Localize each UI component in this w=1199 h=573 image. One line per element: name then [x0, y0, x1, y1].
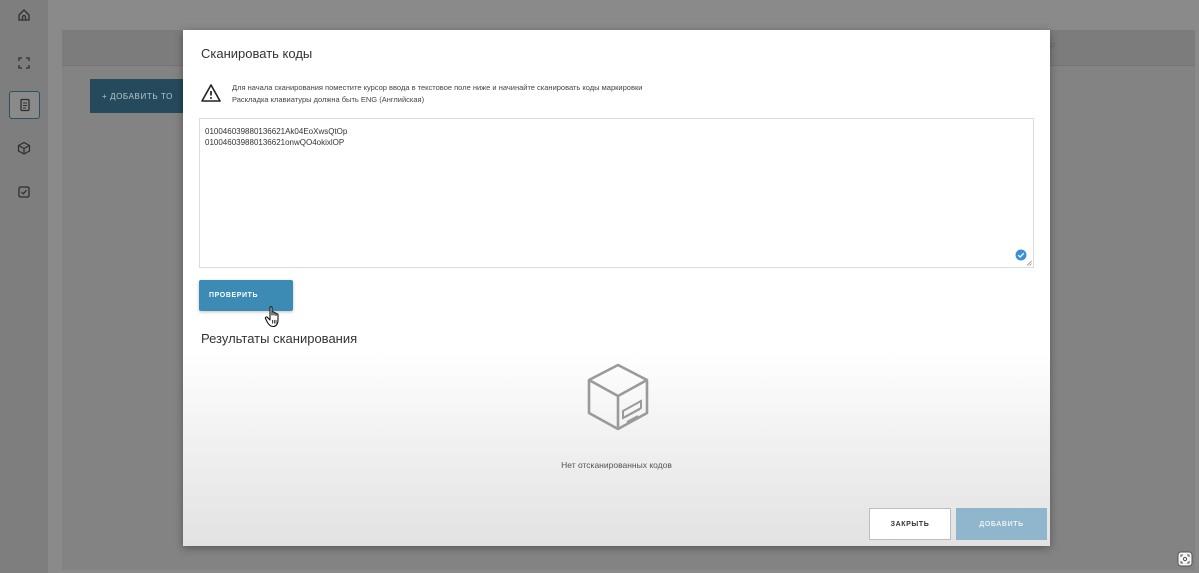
warning-text: Для начала сканирования поместите курсор…: [232, 83, 643, 92]
sidebar: [0, 0, 48, 573]
scanned-code-line: 010046039880136621Ak04EoXwsQtOp: [205, 127, 348, 136]
codes-textarea[interactable]: 010046039880136621Ak04EoXwsQtOp 01004603…: [199, 118, 1034, 268]
keyboard-layout-note: Раскладка клавиатуры должна быть ENG (Ан…: [232, 95, 425, 104]
resize-handle-icon[interactable]: [1026, 260, 1032, 266]
dialog-title: Сканировать коды: [201, 46, 313, 61]
box-icon[interactable]: [12, 136, 36, 160]
screenshot-icon[interactable]: [1177, 551, 1193, 567]
hand-pointer-cursor-icon: [264, 306, 279, 328]
home-icon[interactable]: [12, 3, 36, 27]
background-add-goods-button: + ДОБАВИТЬ ТО: [90, 79, 190, 113]
scan-frame-icon[interactable]: [12, 51, 36, 75]
background-hint-text: Р: [1050, 42, 1056, 51]
scanned-code-line: 010046039880136621onwQO4okixlOP: [205, 138, 345, 147]
scan-codes-dialog: Сканировать коды Для начала сканирования…: [183, 30, 1050, 546]
checklist-icon[interactable]: [12, 180, 36, 204]
add-button[interactable]: ДОБАВИТЬ: [956, 508, 1047, 540]
document-icon[interactable]: [9, 91, 40, 119]
results-title: Результаты сканирования: [201, 331, 358, 346]
close-button[interactable]: ЗАКРЫТЬ: [869, 508, 951, 540]
no-codes-message: Нет отсканированных кодов: [561, 460, 672, 470]
empty-box-icon: [587, 363, 649, 431]
warning-icon: [201, 84, 221, 102]
